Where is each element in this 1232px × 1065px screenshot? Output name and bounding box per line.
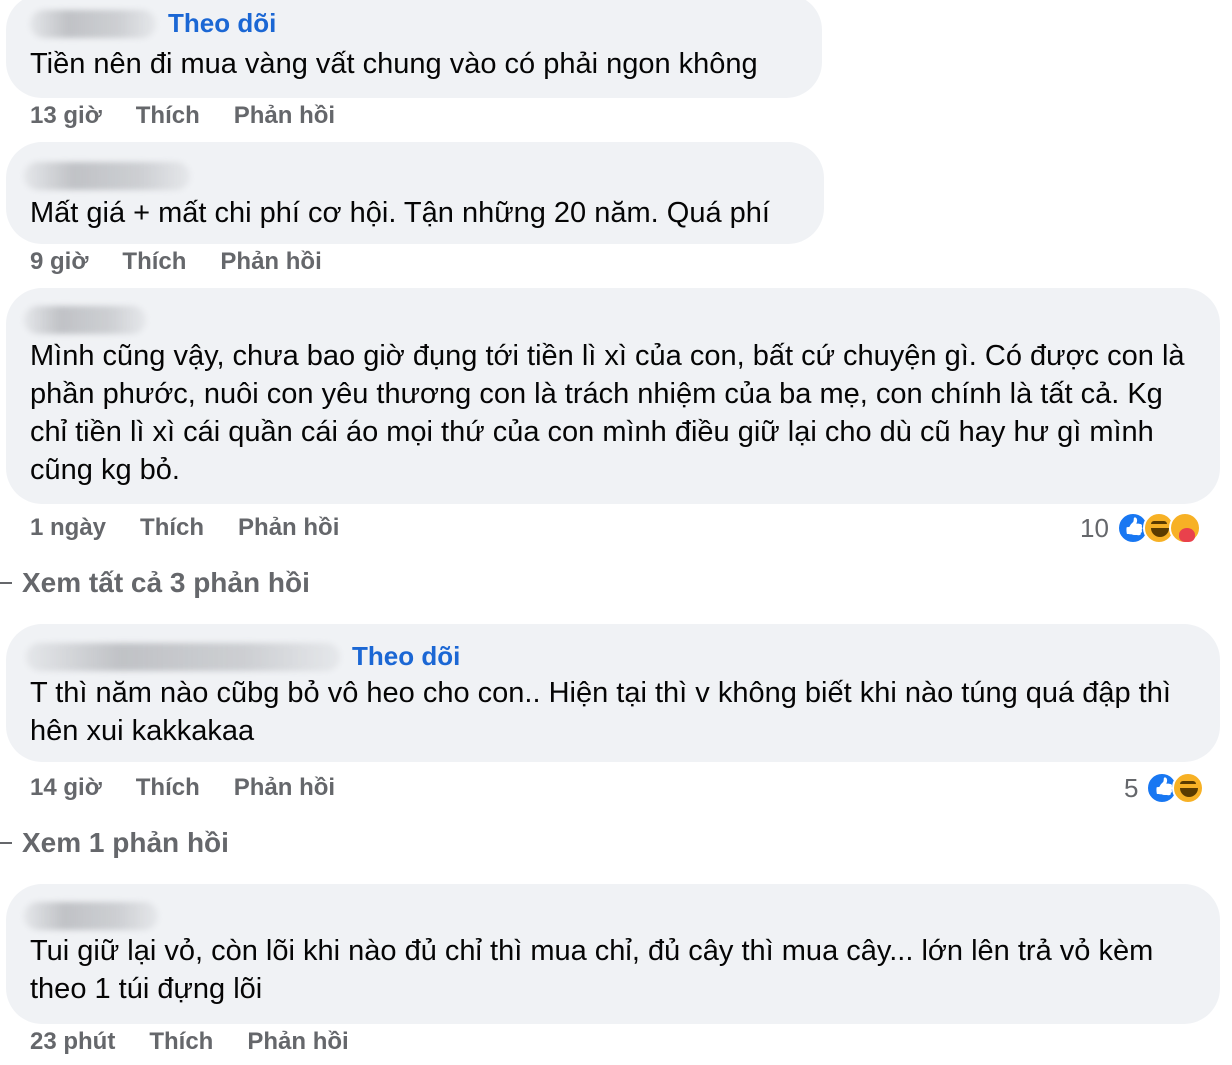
comment-text: Mình cũng vậy, chưa bao giờ đụng tới tiề… <box>30 340 1185 486</box>
author-name-blurred[interactable] <box>24 306 146 334</box>
comment-text: Mất giá + mất chi phí cơ hội. Tận những … <box>30 197 770 229</box>
author-name-blurred[interactable] <box>26 642 340 671</box>
like-button[interactable]: Thích <box>136 774 200 802</box>
author-name-blurred[interactable] <box>24 162 190 190</box>
comment-bubble: Theo dõi Tiền nên đi mua vàng vất chung … <box>6 0 822 98</box>
comment-bubble: Theo dõi T thì năm nào cũbg bỏ vô heo ch… <box>6 624 1220 762</box>
comment-time[interactable]: 23 phút <box>30 1028 115 1056</box>
reaction-summary[interactable]: 10 <box>1080 512 1201 544</box>
dash-icon <box>0 582 12 584</box>
view-replies-link[interactable]: Xem 1 phản hồi <box>0 827 229 859</box>
like-button[interactable]: Thích <box>140 514 204 542</box>
reaction-count: 10 <box>1080 512 1109 543</box>
follow-button[interactable]: Theo dõi <box>168 8 276 39</box>
comment-time[interactable]: 14 giờ <box>30 774 102 802</box>
comment-actions: 23 phút Thích Phản hồi <box>30 1028 383 1056</box>
like-button[interactable]: Thích <box>136 102 200 130</box>
comment-bubble: Mất giá + mất chi phí cơ hội. Tận những … <box>6 142 824 244</box>
comment-text: Tiền nên đi mua vàng vất chung vào có ph… <box>30 48 758 80</box>
reply-button[interactable]: Phản hồi <box>234 102 335 130</box>
view-replies-label: Xem 1 phản hồi <box>22 827 229 858</box>
dash-icon <box>0 842 12 844</box>
comment-text: T thì năm nào cũbg bỏ vô heo cho con.. H… <box>30 677 1171 747</box>
haha-icon <box>1172 772 1205 804</box>
like-button[interactable]: Thích <box>122 248 186 276</box>
like-button[interactable]: Thích <box>149 1028 213 1056</box>
reaction-summary[interactable]: 5 <box>1124 772 1205 804</box>
view-replies-label: Xem tất cả 3 phản hồi <box>22 567 310 598</box>
reply-button[interactable]: Phản hồi <box>247 1028 348 1056</box>
comment-actions: 13 giờ Thích Phản hồi <box>30 102 369 130</box>
comment-text: Tui giữ lại vỏ, còn lõi khi nào đủ chỉ t… <box>30 935 1154 1005</box>
view-replies-link[interactable]: Xem tất cả 3 phản hồi <box>0 567 310 599</box>
comment-time[interactable]: 13 giờ <box>30 102 102 130</box>
comment-time[interactable]: 9 giờ <box>30 248 88 276</box>
comment-actions: 9 giờ Thích Phản hồi <box>30 248 356 276</box>
reply-button[interactable]: Phản hồi <box>238 514 339 542</box>
comment-bubble: Mình cũng vậy, chưa bao giờ đụng tới tiề… <box>6 288 1220 504</box>
comment-time[interactable]: 1 ngày <box>30 514 106 542</box>
follow-button[interactable]: Theo dõi <box>352 641 460 672</box>
comment-actions: 14 giờ Thích Phản hồi <box>30 774 369 802</box>
reaction-count: 5 <box>1124 772 1139 803</box>
comment-bubble: Tui giữ lại vỏ, còn lõi khi nào đủ chỉ t… <box>6 884 1220 1024</box>
comment-actions: 1 ngày Thích Phản hồi <box>30 514 373 542</box>
author-name-blurred[interactable] <box>30 9 156 38</box>
reply-button[interactable]: Phản hồi <box>234 774 335 802</box>
author-name-blurred[interactable] <box>24 902 158 930</box>
reply-button[interactable]: Phản hồi <box>220 248 321 276</box>
care-icon <box>1168 512 1201 544</box>
